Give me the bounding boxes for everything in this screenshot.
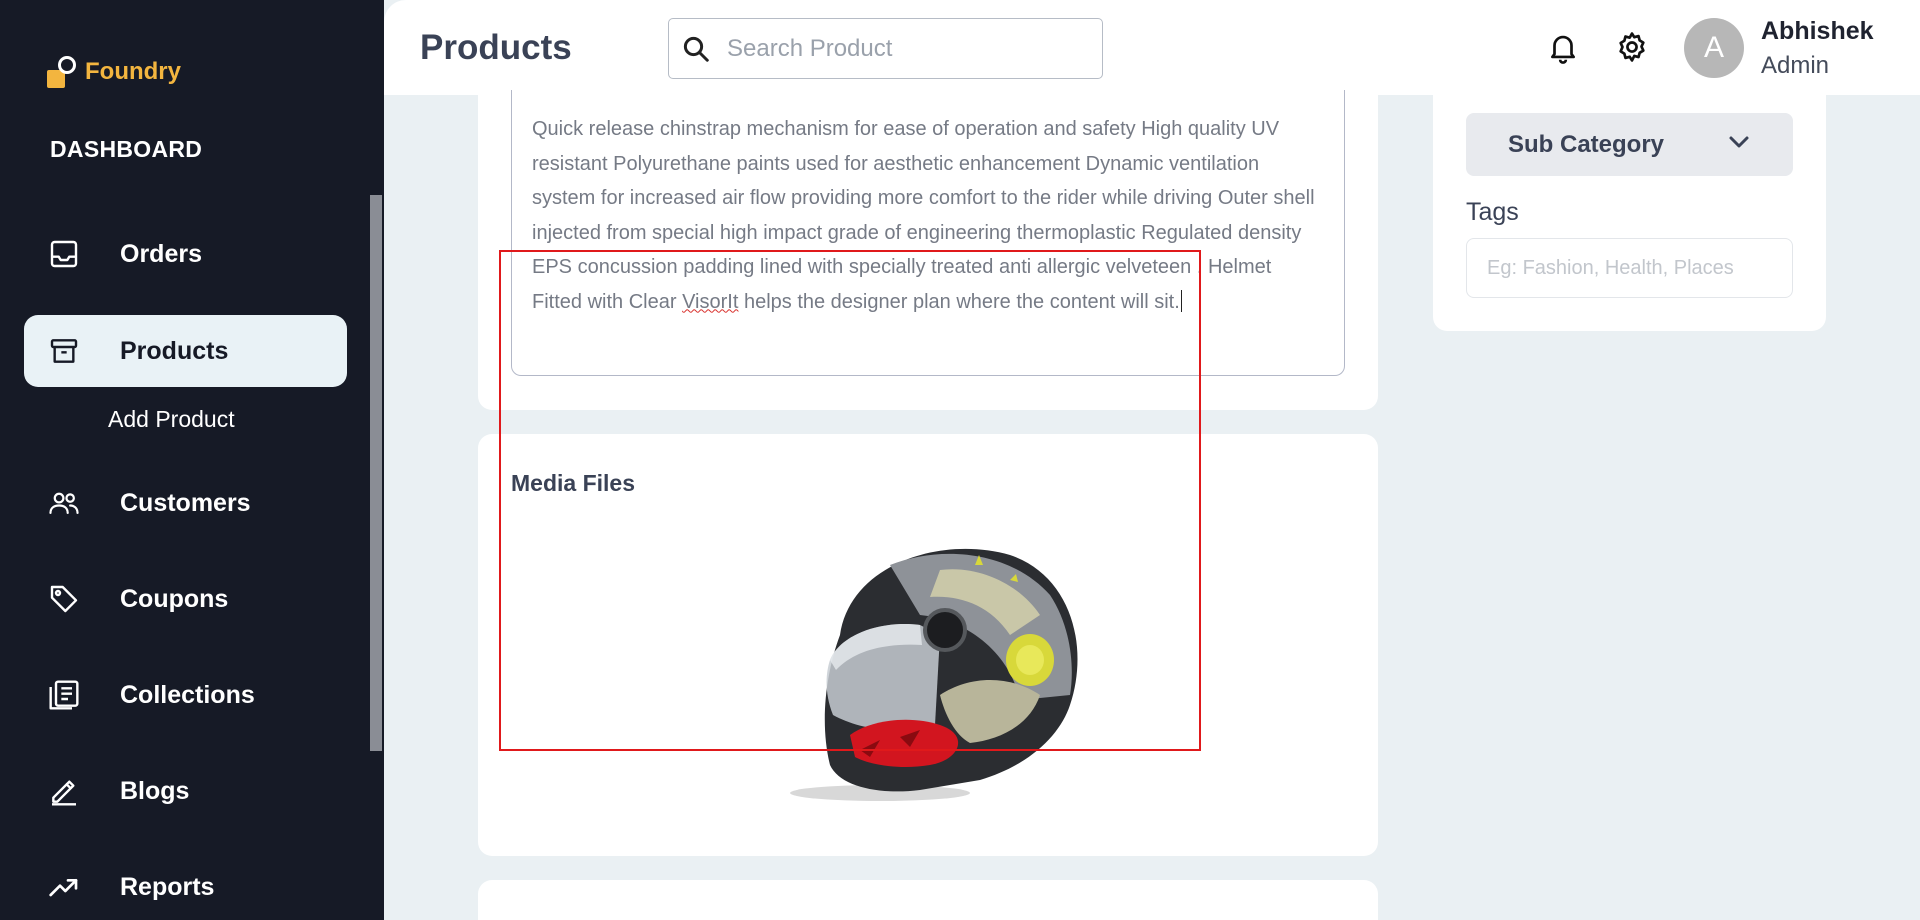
sidebar-item-label: Blogs xyxy=(120,776,190,805)
sidebar-item-reports[interactable]: Reports xyxy=(24,851,347,920)
sidebar-item-label: Reports xyxy=(120,872,215,901)
sidebar-item-customers[interactable]: Customers xyxy=(24,467,347,539)
sidebar-item-collections[interactable]: Collections xyxy=(24,659,347,731)
dashboard-heading[interactable]: DASHBOARD xyxy=(50,136,202,163)
next-card xyxy=(478,880,1378,920)
bell-icon[interactable] xyxy=(1546,30,1580,64)
user-role: Admin xyxy=(1761,52,1830,79)
sub-category-label: Sub Category xyxy=(1508,130,1665,158)
users-icon xyxy=(48,487,80,519)
sidebar-item-label: Customers xyxy=(120,488,251,517)
search-icon xyxy=(681,34,711,64)
text-caret xyxy=(1180,289,1183,312)
sidebar-item-blogs[interactable]: Blogs xyxy=(24,755,347,827)
chevron-down-icon xyxy=(1727,130,1751,159)
sidebar-subitem-add-product[interactable]: Add Product xyxy=(108,406,235,433)
description-text[interactable]: Quick release chinstrap mechanism for ea… xyxy=(532,112,1324,319)
gear-icon[interactable] xyxy=(1615,30,1649,64)
search-input[interactable] xyxy=(727,34,1057,63)
sidebar-item-orders[interactable]: Orders xyxy=(24,218,347,290)
trending-up-icon xyxy=(48,871,80,903)
misspelled-word: VisorIt xyxy=(682,290,739,313)
avatar[interactable]: A xyxy=(1684,18,1744,78)
logo-text: Foundry xyxy=(85,58,181,85)
logo-mark-icon xyxy=(45,54,79,90)
tags-input[interactable] xyxy=(1466,238,1793,298)
sidebar-item-coupons[interactable]: Coupons xyxy=(24,563,347,635)
sidebar-item-label: Coupons xyxy=(120,584,229,613)
library-icon xyxy=(48,679,80,711)
logo[interactable]: Foundry xyxy=(45,54,181,90)
sidebar-item-products[interactable]: Products xyxy=(24,315,347,387)
search-box[interactable] xyxy=(668,18,1103,79)
description-editor[interactable]: Quick release chinstrap mechanism for ea… xyxy=(511,90,1345,376)
tags-label: Tags xyxy=(1466,198,1519,226)
sub-category-dropdown[interactable]: Sub Category xyxy=(1466,113,1793,176)
media-files-title: Media Files xyxy=(511,470,635,496)
sidebar-item-label: Products xyxy=(120,336,229,365)
user-name: Abhishek xyxy=(1761,17,1874,45)
sidebar-item-label: Collections xyxy=(120,680,255,709)
sidebar-scrollbar[interactable] xyxy=(370,195,382,751)
pen-icon xyxy=(48,775,80,807)
inbox-icon xyxy=(48,238,80,270)
helmet-image[interactable] xyxy=(770,525,1090,815)
sidebar-item-label: Orders xyxy=(120,239,202,268)
top-header: Products A Abhishek Admin xyxy=(384,0,1920,95)
tag-icon xyxy=(48,583,80,615)
archive-box-icon xyxy=(48,335,80,367)
sidebar: Foundry DASHBOARD Orders Products Add Pr… xyxy=(0,0,384,920)
page-title: Products xyxy=(420,28,572,67)
